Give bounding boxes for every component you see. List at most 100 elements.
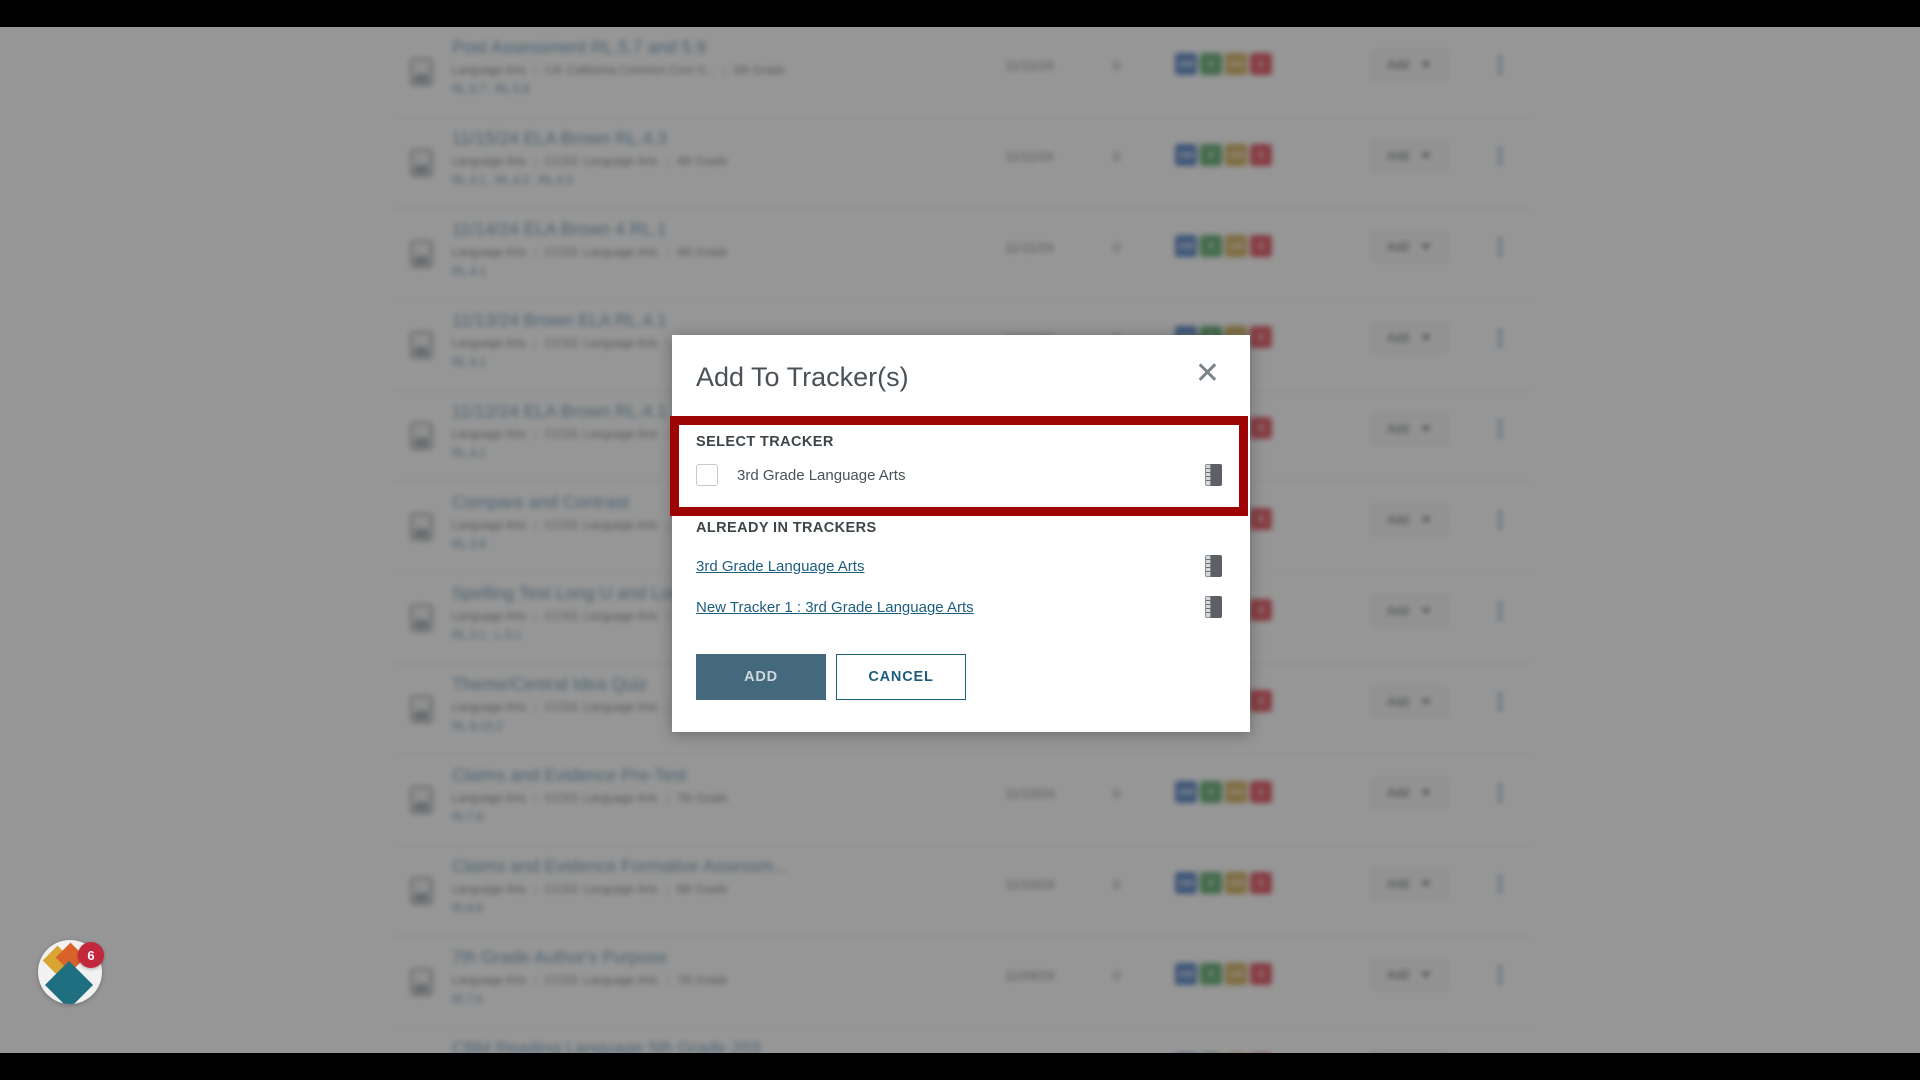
status-badge: 0 — [1200, 872, 1222, 894]
assessment-title-link[interactable]: Claims and Evidence Formative Assessm... — [452, 855, 882, 877]
row-add-dropdown[interactable]: Add — [1350, 309, 1468, 353]
assessment-title-link[interactable]: CBM Reading Language 5th Grade 203 — [452, 1037, 882, 1053]
kebab-menu-icon — [1498, 147, 1502, 165]
row-more-menu[interactable] — [1468, 764, 1532, 802]
kebab-menu-icon — [1498, 329, 1502, 347]
table-row[interactable]: Claims and Evidence Formative Assessm...… — [392, 846, 1532, 937]
cancel-button[interactable]: CANCEL — [836, 654, 966, 700]
row-date: 11/11/24 — [1005, 149, 1054, 164]
assessment-title-link[interactable]: 11/14/24 ELA Brown 4 RL.1 — [452, 218, 882, 240]
status-badge: 0 — [1250, 508, 1272, 530]
chevron-down-icon — [1421, 699, 1432, 705]
status-badge: 0 — [1250, 53, 1272, 75]
assessment-icon — [392, 946, 450, 996]
chevron-down-icon — [1421, 153, 1432, 159]
table-row[interactable]: 11/14/24 ELA Brown 4 RL.1 Language Arts CC… — [392, 209, 1532, 300]
row-date: 11/09/24 — [1005, 968, 1055, 983]
row-add-dropdown[interactable]: Add — [1350, 946, 1468, 990]
status-badge: 0 — [1250, 326, 1272, 348]
assessment-title-link[interactable]: 7th Grade Author's Purpose — [452, 946, 882, 968]
row-more-menu[interactable] — [1468, 36, 1532, 74]
status-chips: 10001000 — [1175, 855, 1350, 894]
row-more-menu[interactable] — [1468, 309, 1532, 347]
assessment-title-link[interactable]: Claims and Evidence Pre-Test — [452, 764, 882, 786]
row-more-menu[interactable] — [1468, 855, 1532, 893]
row-count: 0 — [1113, 1037, 1175, 1053]
status-badge: 100 — [1225, 53, 1247, 75]
row-more-menu[interactable] — [1468, 1037, 1532, 1053]
row-add-dropdown[interactable]: Add — [1350, 491, 1468, 535]
status-badge: 100 — [1175, 963, 1197, 985]
already-tracker-link[interactable]: New Tracker 1 : 3rd Grade Language Arts — [696, 599, 1205, 616]
row-add-dropdown[interactable]: Add — [1350, 1037, 1468, 1053]
table-row[interactable]: Post Assessment RL.5.7 and 5.9 Language A… — [392, 27, 1532, 118]
row-main: Post Assessment RL.5.7 and 5.9 Language A… — [450, 36, 1005, 97]
table-row[interactable]: 7th Grade Author's Purpose Language Arts C… — [392, 937, 1532, 1028]
chevron-down-icon — [1421, 244, 1432, 250]
standards-link[interactable]: RL.4.1 — [452, 265, 1005, 279]
row-add-dropdown[interactable]: Add — [1350, 855, 1468, 899]
row-add-label: Add — [1386, 968, 1410, 982]
row-meta: Language ArtsCCSS: Language Arts4th Grad… — [452, 247, 728, 259]
tracker-checkbox[interactable] — [696, 464, 718, 486]
row-more-menu[interactable] — [1468, 673, 1532, 711]
row-more-menu[interactable] — [1468, 946, 1532, 984]
status-badge: 100 — [1175, 872, 1197, 894]
row-count: 0 — [1113, 968, 1121, 983]
row-more-menu[interactable] — [1468, 582, 1532, 620]
status-chips: 10001000 — [1175, 764, 1350, 803]
status-chips: 10001000 — [1175, 127, 1350, 166]
standards-link[interactable]: RL.4.1 , RL.4.2 , RL.4.3 — [452, 174, 1005, 188]
row-add-dropdown[interactable]: Add — [1350, 36, 1468, 80]
kebab-menu-icon — [1498, 693, 1502, 711]
already-in-trackers-section: ALREADY IN TRACKERS 3rd Grade Language A… — [672, 504, 1250, 618]
assessment-title-link[interactable]: Post Assessment RL.5.7 and 5.9 — [452, 36, 882, 58]
row-add-label: Add — [1386, 877, 1410, 891]
assessment-icon — [392, 309, 450, 359]
tracker-name: 3rd Grade Language Arts — [737, 466, 906, 484]
status-badge: 100 — [1225, 872, 1247, 894]
row-meta: Language Arts CA: California Common Core … — [452, 65, 785, 77]
row-add-dropdown[interactable]: Add — [1350, 400, 1468, 444]
status-badge: 100 — [1225, 235, 1247, 257]
kebab-menu-icon — [1498, 238, 1502, 256]
add-button[interactable]: ADD — [696, 654, 826, 700]
status-badge: 0 — [1250, 417, 1272, 439]
standards-link[interactable]: RI.7.8 — [452, 811, 1005, 825]
row-more-menu[interactable] — [1468, 218, 1532, 256]
table-row[interactable]: 11/15/24 ELA Brown RL.4.3 Language Arts CC… — [392, 118, 1532, 209]
kebab-menu-icon — [1498, 784, 1502, 802]
close-icon[interactable]: ✕ — [1193, 359, 1222, 389]
table-row[interactable]: CBM Reading Language 5th Grade 203Langua… — [392, 1028, 1532, 1053]
row-more-menu[interactable] — [1468, 491, 1532, 529]
help-logo-widget[interactable]: 6 — [38, 940, 104, 1004]
row-add-dropdown[interactable]: Add — [1350, 764, 1468, 808]
notebook-icon — [1205, 596, 1222, 618]
row-add-dropdown[interactable]: Add — [1350, 218, 1468, 262]
modal-header: Add To Tracker(s) ✕ — [672, 335, 1250, 411]
row-more-menu[interactable] — [1468, 400, 1532, 438]
standards-link[interactable]: RI.8.8 — [452, 902, 1005, 916]
already-tracker-link[interactable]: 3rd Grade Language Arts — [696, 558, 1205, 575]
row-count: 0 — [1113, 58, 1121, 73]
already-in-trackers-heading: ALREADY IN TRACKERS — [696, 520, 877, 536]
assessment-title-link[interactable]: 11/13/24 Brown ELA RL.4.1 — [452, 309, 882, 331]
select-tracker-row[interactable]: 3rd Grade Language Arts — [679, 450, 1239, 488]
assessment-icon — [392, 491, 450, 541]
standards-link[interactable]: RL.5.7 , RL.5.9 — [452, 83, 1005, 97]
row-add-dropdown[interactable]: Add — [1350, 582, 1468, 626]
row-count: 0 — [1113, 786, 1121, 801]
row-more-menu[interactable] — [1468, 127, 1532, 165]
status-badge: 0 — [1200, 963, 1222, 985]
standards-link[interactable]: RI.7.6 — [452, 993, 1005, 1007]
kebab-menu-icon — [1498, 875, 1502, 893]
assessment-icon — [392, 127, 450, 177]
row-meta: Language ArtsCCSS: Language Arts4th Grad… — [452, 156, 728, 168]
assessment-icon — [392, 400, 450, 450]
status-badge: 0 — [1200, 53, 1222, 75]
assessment-title-link[interactable]: 11/15/24 ELA Brown RL.4.3 — [452, 127, 882, 149]
assessment-icon — [392, 673, 450, 723]
row-add-dropdown[interactable]: Add — [1350, 673, 1468, 717]
table-row[interactable]: Claims and Evidence Pre-Test Language Art… — [392, 755, 1532, 846]
row-add-dropdown[interactable]: Add — [1350, 127, 1468, 171]
